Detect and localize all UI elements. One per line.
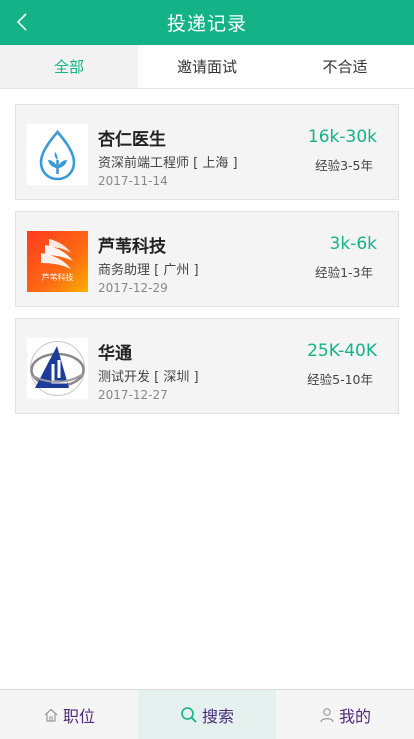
nav-jobs-label: 职位 [62, 706, 95, 726]
user-icon [319, 707, 335, 723]
record-list: 杏仁医生 资深前端工程师 [ 上海 ] 2017-11-14 16k-30k 经… [0, 89, 414, 414]
search-icon [180, 706, 198, 724]
job-position: 资深前端工程师 [ 上海 ] [98, 156, 238, 171]
record-card[interactable]: 芦苇科技 芦苇科技 商务助理 [ 广州 ] 2017-12-29 3k-6k 经… [15, 211, 399, 307]
tab-interview[interactable]: 邀请面试 [138, 45, 276, 88]
record-card[interactable]: 杏仁医生 资深前端工程师 [ 上海 ] 2017-11-14 16k-30k 经… [15, 104, 399, 200]
job-position: 测试开发 [ 深圳 ] [98, 370, 199, 385]
nav-search[interactable]: 搜索 [138, 690, 276, 739]
tab-all[interactable]: 全部 [0, 45, 138, 88]
app-root: 投递记录 全部 邀请面试 不合适 杏仁医生 资深前端工程师 [ 上海 ] 201… [0, 0, 414, 739]
salary-range: 3k-6k [329, 234, 377, 254]
header-bar: 投递记录 [0, 0, 414, 45]
salary-range: 16k-30k [307, 127, 377, 147]
home-icon [43, 707, 59, 723]
page-title: 投递记录 [166, 13, 247, 35]
experience-requirement: 经验1-3年 [315, 265, 373, 280]
nav-profile[interactable]: 我的 [276, 690, 414, 739]
job-position: 商务助理 [ 广州 ] [98, 263, 199, 278]
apply-date: 2017-12-29 [98, 281, 168, 295]
experience-requirement: 经验3-5年 [315, 158, 373, 173]
bottom-nav: 职位 搜索 我的 [0, 689, 414, 739]
experience-requirement: 经验5-10年 [307, 372, 373, 387]
nav-profile-label: 我的 [338, 706, 371, 726]
company-name: 华通 [98, 344, 132, 364]
apricot-logo [27, 124, 88, 185]
nav-search-label: 搜索 [201, 706, 234, 726]
salary-range: 25K-40K [307, 341, 377, 361]
back-button[interactable] [12, 11, 32, 33]
company-name: 芦苇科技 [98, 237, 166, 257]
nav-jobs[interactable]: 职位 [0, 690, 138, 739]
record-card[interactable]: 华通 测试开发 [ 深圳 ] 2017-12-27 25K-40K 经验5-10… [15, 318, 399, 414]
company-name: 杏仁医生 [98, 130, 166, 150]
apply-date: 2017-11-14 [98, 174, 168, 188]
reed-logo: 芦苇科技 [27, 231, 88, 292]
reed-logo-text: 芦苇科技 [41, 273, 74, 282]
tab-bar: 全部 邀请面试 不合适 [0, 45, 414, 89]
huatong-logo [27, 338, 88, 399]
chevron-left-icon [16, 13, 27, 31]
tab-unsuitable[interactable]: 不合适 [276, 45, 414, 88]
apply-date: 2017-12-27 [98, 388, 168, 402]
